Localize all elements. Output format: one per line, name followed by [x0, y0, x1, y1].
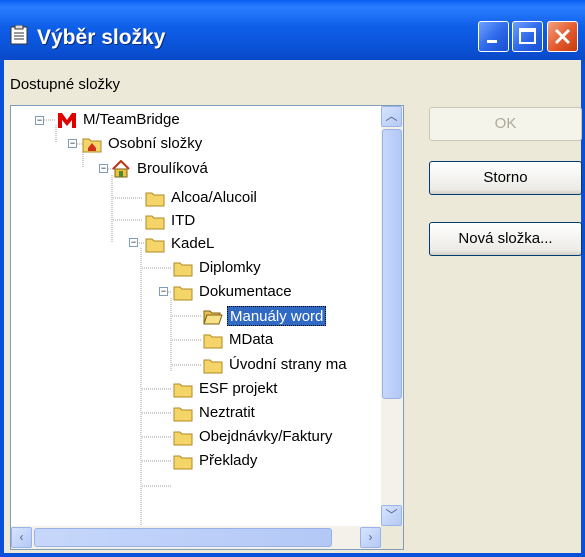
dialog-window: Výběr složky Dostupné složky − − − − − M…	[0, 0, 585, 557]
collapse-toggle[interactable]: −	[159, 287, 168, 296]
chevron-down-icon: ﹀	[385, 508, 398, 522]
scroll-right-button[interactable]: ›	[360, 527, 381, 548]
window-title: Výběr složky	[37, 26, 166, 49]
tree-item-label: Neztratit	[199, 404, 255, 421]
minimize-button[interactable]	[478, 21, 509, 52]
vertical-scrollbar[interactable]: ︿ ﹀	[381, 106, 403, 526]
tree-item-label: Manuály word	[227, 306, 327, 326]
home-icon	[112, 160, 130, 178]
tree-item-label: Překlady	[199, 452, 258, 469]
close-button[interactable]	[547, 21, 578, 52]
tree-item-label: Broulíková	[137, 160, 208, 177]
horizontal-scrollbar[interactable]: ‹ ›	[11, 526, 381, 549]
tree-item-label: KadeL	[171, 235, 215, 252]
folder-icon	[173, 383, 193, 398]
tree-item-label: Obejdnávky/Faktury	[199, 428, 333, 445]
available-folders-label: Dostupné složky	[10, 76, 121, 93]
folder-icon	[173, 262, 193, 277]
clipboard-icon	[10, 25, 28, 45]
chevron-left-icon: ‹	[19, 530, 24, 544]
dialog-body: Dostupné složky − − − − − M/TeamBridge O…	[4, 60, 582, 553]
collapse-toggle[interactable]: −	[99, 164, 108, 173]
maximize-icon	[519, 28, 536, 44]
folder-icon	[173, 407, 193, 422]
new-folder-button[interactable]: Nová složka...	[429, 222, 582, 256]
scroll-down-button[interactable]: ﹀	[381, 505, 402, 526]
vertical-scroll-thumb[interactable]	[382, 129, 402, 399]
folder-icon	[173, 286, 193, 301]
maximize-button[interactable]	[512, 21, 543, 52]
cancel-button[interactable]: Storno	[429, 161, 582, 195]
scroll-left-button[interactable]: ‹	[11, 527, 32, 548]
tree-item-label: M/TeamBridge	[83, 111, 180, 128]
scroll-up-button[interactable]: ︿	[381, 106, 402, 127]
chevron-right-icon: ›	[368, 530, 373, 544]
collapse-toggle[interactable]: −	[68, 139, 77, 148]
tree-item-label: Osobní složky	[108, 135, 203, 152]
folder-icon	[145, 238, 165, 253]
tree-item-label: MData	[229, 331, 274, 348]
chevron-up-icon: ︿	[385, 109, 398, 123]
folder-tree[interactable]: − − − − − M/TeamBridge Osobní složky Bro…	[10, 105, 404, 550]
folder-icon	[173, 455, 193, 470]
tree-item-label: Alcoa/Alucoil	[171, 189, 257, 206]
folder-icon	[145, 215, 165, 230]
collapse-toggle[interactable]: −	[129, 238, 138, 247]
minimize-icon	[487, 40, 497, 43]
horizontal-scroll-thumb[interactable]	[34, 528, 332, 547]
tree-item-label: Diplomky	[199, 259, 261, 276]
ok-button[interactable]: OK	[429, 107, 582, 141]
scrollbar-corner	[381, 526, 403, 549]
folder-icon	[203, 334, 223, 349]
close-icon	[554, 28, 571, 45]
tree-item-label: Úvodní strany ma	[229, 356, 347, 373]
title-bar[interactable]: Výběr složky	[0, 0, 585, 60]
teambridge-m-icon	[58, 113, 76, 128]
tree-item-label: Dokumentace	[199, 283, 292, 300]
tree-item-label: ITD	[171, 212, 196, 229]
tree-item-label: ESF projekt	[199, 380, 278, 397]
collapse-toggle[interactable]: −	[35, 116, 44, 125]
open-folder-icon	[203, 310, 223, 325]
personal-folder-icon	[82, 138, 102, 153]
folder-icon	[173, 431, 193, 446]
folder-icon	[203, 359, 223, 374]
folder-icon	[145, 192, 165, 207]
